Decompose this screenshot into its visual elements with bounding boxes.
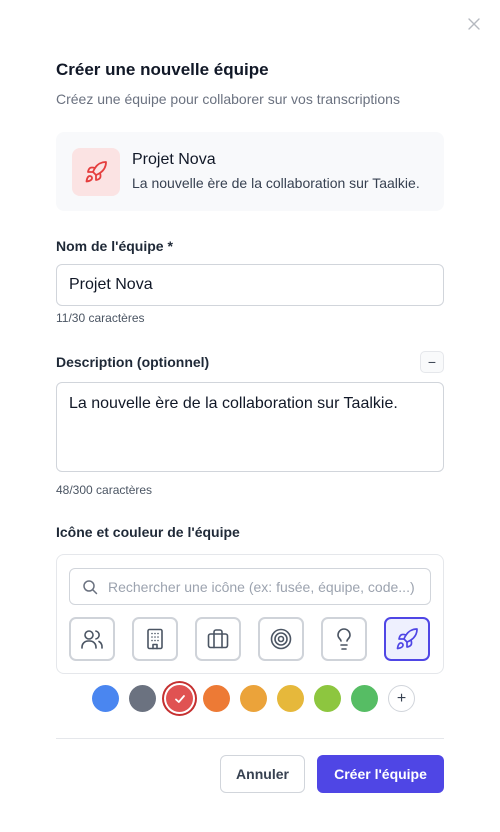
- preview-team-name: Projet Nova: [132, 151, 216, 168]
- users-icon: [81, 630, 103, 649]
- search-icon: [83, 579, 98, 594]
- color-swatch-red[interactable]: [166, 685, 193, 712]
- icon-search-input[interactable]: [108, 578, 428, 595]
- footer-divider: [56, 738, 444, 739]
- color-swatch-yellow[interactable]: [277, 685, 304, 712]
- icon-search-box[interactable]: [69, 568, 431, 605]
- target-icon: [270, 628, 292, 650]
- color-swatch-lime[interactable]: [314, 685, 341, 712]
- icon-option-rocket[interactable]: [384, 617, 430, 661]
- color-swatch-gray[interactable]: [129, 685, 156, 712]
- team-name-counter: 11/30 caractères: [56, 311, 145, 325]
- description-label: Description (optionnel): [56, 354, 210, 370]
- dialog-subtitle: Créez une équipe pour collaborer sur vos…: [56, 91, 400, 107]
- icon-picker-panel: [56, 554, 444, 674]
- close-button[interactable]: [464, 14, 484, 34]
- description-textarea[interactable]: La nouvelle ère de la collaboration sur …: [56, 382, 444, 472]
- icon-option-briefcase[interactable]: [195, 617, 241, 661]
- icon-option-lightbulb[interactable]: [321, 617, 367, 661]
- color-swatch-green[interactable]: [351, 685, 378, 712]
- icon-option-users[interactable]: [69, 617, 115, 661]
- team-name-label: Nom de l'équipe *: [56, 238, 173, 254]
- preview-team-description: La nouvelle ère de la collaboration sur …: [132, 175, 420, 191]
- collapse-description-button[interactable]: −: [420, 351, 444, 373]
- create-team-button[interactable]: Créer l'équipe: [317, 755, 444, 793]
- lightbulb-icon: [337, 628, 351, 650]
- check-icon: [174, 694, 185, 703]
- icon-option-building[interactable]: [132, 617, 178, 661]
- dialog-title: Créer une nouvelle équipe: [56, 60, 269, 79]
- rocket-icon: [85, 160, 107, 182]
- icon-grid: [69, 617, 430, 661]
- rocket-icon: [396, 628, 418, 650]
- close-icon[interactable]: [468, 18, 480, 30]
- color-swatch-amber[interactable]: [240, 685, 267, 712]
- color-swatch-blue[interactable]: [92, 685, 119, 712]
- color-swatch-orange[interactable]: [203, 685, 230, 712]
- team-name-input[interactable]: [56, 264, 444, 306]
- icon-option-target[interactable]: [258, 617, 304, 661]
- create-team-dialog: Créer une nouvelle équipe Créez une équi…: [0, 0, 500, 832]
- team-preview-card: Projet Nova La nouvelle ère de la collab…: [56, 132, 444, 211]
- description-counter: 48/300 caractères: [56, 483, 153, 497]
- cancel-button[interactable]: Annuler: [220, 755, 305, 793]
- building-icon: [147, 628, 163, 650]
- preview-icon-tile: [72, 147, 120, 196]
- add-color-button[interactable]: +: [388, 685, 415, 712]
- color-swatch-row: +: [92, 685, 415, 712]
- icon-color-label: Icône et couleur de l'équipe: [56, 524, 240, 540]
- briefcase-icon: [207, 629, 229, 649]
